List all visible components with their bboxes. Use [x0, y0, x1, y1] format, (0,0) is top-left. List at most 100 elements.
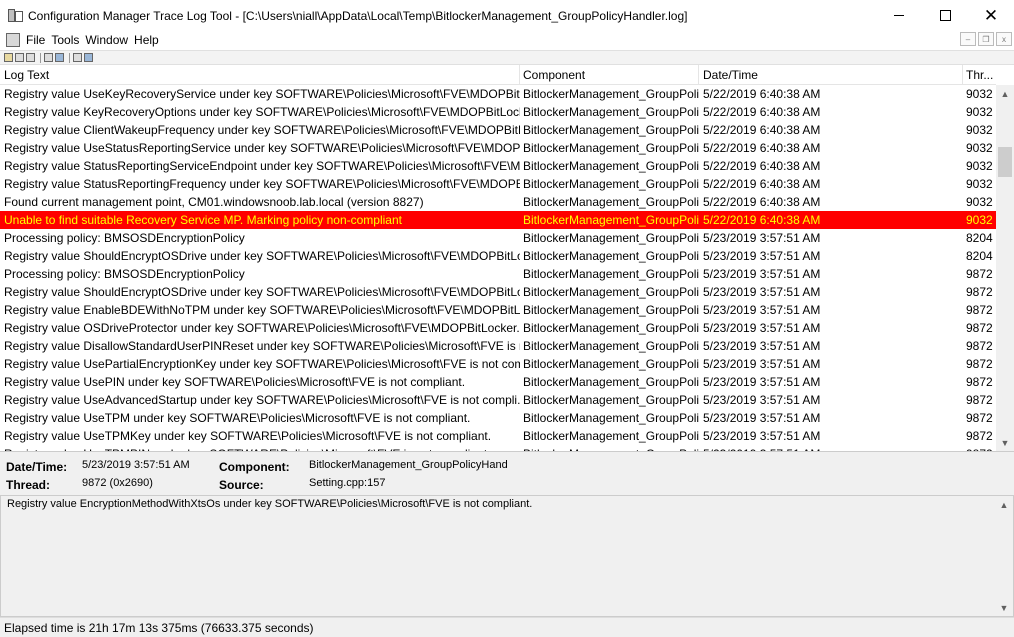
- log-row[interactable]: Registry value KeyRecoveryOptions under …: [0, 103, 996, 121]
- print-icon[interactable]: [26, 53, 35, 62]
- thread-value: 9872 (0x2690): [82, 477, 153, 489]
- open-icon[interactable]: [4, 53, 13, 62]
- thread-cell: 9872: [966, 393, 993, 407]
- grid-header: Log Text Component Date/Time Thr...: [0, 65, 996, 85]
- component-cell: BitlockerManagement_GroupPolic: [523, 411, 699, 425]
- scroll-up-icon[interactable]: ▲: [996, 85, 1014, 102]
- log-row[interactable]: Found current management point, CM01.win…: [0, 193, 996, 211]
- log-row[interactable]: Registry value UseAdvancedStartup under …: [0, 391, 996, 409]
- log-text-cell: Found current management point, CM01.win…: [4, 195, 424, 209]
- log-text-cell: Processing policy: BMSOSDEncryptionPolic…: [4, 267, 245, 281]
- log-vertical-scrollbar[interactable]: ▲ ▼: [996, 85, 1014, 451]
- datetime-cell: 5/22/2019 6:40:38 AM: [703, 213, 821, 227]
- thread-cell: 9872: [966, 357, 993, 371]
- log-text-cell: Registry value DisallowStandardUserPINRe…: [4, 339, 520, 353]
- datetime-cell: 5/23/2019 3:57:51 AM: [703, 411, 821, 425]
- child-window-icon[interactable]: [6, 33, 20, 47]
- menu-file[interactable]: File: [24, 33, 49, 47]
- thread-cell: 9032: [966, 213, 993, 227]
- scroll-down-icon[interactable]: ▼: [996, 434, 1014, 451]
- log-text-cell: Registry value UseTPMKey under key SOFTW…: [4, 429, 492, 443]
- component-cell: BitlockerManagement_GroupPolic: [523, 393, 699, 407]
- thread-cell: 9032: [966, 141, 993, 155]
- log-row[interactable]: Registry value UseTPMPIN under key SOFTW…: [0, 445, 996, 451]
- log-text-cell: Registry value UsePIN under key SOFTWARE…: [4, 375, 466, 389]
- minimize-button[interactable]: [876, 0, 922, 31]
- component-cell: BitlockerManagement_GroupPolic: [523, 123, 699, 137]
- menu-help[interactable]: Help: [132, 33, 163, 47]
- scroll-up-icon[interactable]: ▲: [995, 496, 1013, 513]
- component-cell: BitlockerManagement_GroupPolic: [523, 321, 699, 335]
- menu-window[interactable]: Window: [83, 33, 132, 47]
- log-row[interactable]: Registry value StatusReportingFrequency …: [0, 175, 996, 193]
- log-text-cell: Unable to find suitable Recovery Service…: [4, 213, 402, 227]
- log-row[interactable]: Processing policy: BMSOSDEncryptionPolic…: [0, 229, 996, 247]
- component-label: Component:: [219, 460, 290, 474]
- log-row[interactable]: Processing policy: BMSOSDEncryptionPolic…: [0, 265, 996, 283]
- datetime-cell: 5/22/2019 6:40:38 AM: [703, 123, 821, 137]
- pause-icon[interactable]: [73, 53, 82, 62]
- log-row[interactable]: Registry value UsePIN under key SOFTWARE…: [0, 373, 996, 391]
- log-row[interactable]: Registry value EnableBDEWithNoTPM under …: [0, 301, 996, 319]
- log-row[interactable]: Registry value DisallowStandardUserPINRe…: [0, 337, 996, 355]
- log-row[interactable]: Registry value UseKeyRecoveryService und…: [0, 85, 996, 103]
- save-icon[interactable]: [15, 53, 24, 62]
- scroll-thumb[interactable]: [998, 147, 1012, 177]
- log-row[interactable]: Registry value ShouldEncryptOSDrive unde…: [0, 247, 996, 265]
- toolbar-separator: [40, 52, 41, 63]
- thread-label: Thread:: [6, 478, 51, 492]
- mdi-close-button[interactable]: x: [996, 32, 1012, 46]
- copy-icon[interactable]: [44, 53, 53, 62]
- log-text-cell: Registry value UseKeyRecoveryService und…: [4, 87, 520, 101]
- message-vertical-scrollbar[interactable]: ▲ ▼: [995, 496, 1013, 616]
- thread-cell: 9032: [966, 105, 993, 119]
- column-header-log-text[interactable]: Log Text: [0, 65, 520, 85]
- log-rows: Registry value UseKeyRecoveryService und…: [0, 85, 996, 451]
- find-icon[interactable]: [55, 53, 64, 62]
- menu-tools[interactable]: Tools: [49, 33, 83, 47]
- datetime-cell: 5/22/2019 6:40:38 AM: [703, 159, 821, 173]
- datetime-cell: 5/23/2019 3:57:51 AM: [703, 267, 821, 281]
- thread-cell: 9872: [966, 303, 993, 317]
- mdi-minimize-button[interactable]: –: [960, 32, 976, 46]
- datetime-cell: 5/23/2019 3:57:51 AM: [703, 303, 821, 317]
- thread-cell: 9032: [966, 123, 993, 137]
- log-text-cell: Registry value ShouldEncryptOSDrive unde…: [4, 285, 520, 299]
- log-message-textbox[interactable]: Registry value EncryptionMethodWithXtsOs…: [0, 495, 1014, 617]
- scroll-down-icon[interactable]: ▼: [995, 599, 1013, 616]
- log-text-cell: Registry value UseAdvancedStartup under …: [4, 393, 520, 407]
- datetime-cell: 5/22/2019 6:40:38 AM: [703, 105, 821, 119]
- component-cell: BitlockerManagement_GroupPolic: [523, 159, 699, 173]
- elapsed-time-status: Elapsed time is 21h 17m 13s 375ms (76633…: [4, 621, 314, 635]
- log-row[interactable]: Registry value UseTPM under key SOFTWARE…: [0, 409, 996, 427]
- component-cell: BitlockerManagement_GroupPolic: [523, 375, 699, 389]
- log-row-error[interactable]: Unable to find suitable Recovery Service…: [0, 211, 996, 229]
- log-row[interactable]: Registry value UseTPMKey under key SOFTW…: [0, 427, 996, 445]
- title-bar: Configuration Manager Trace Log Tool - […: [0, 0, 1014, 31]
- column-header-component[interactable]: Component: [519, 65, 699, 85]
- component-cell: BitlockerManagement_GroupPolic: [523, 285, 699, 299]
- log-text-cell: Registry value ShouldEncryptOSDrive unde…: [4, 249, 520, 263]
- log-row[interactable]: Registry value UseStatusReportingService…: [0, 139, 996, 157]
- toolbar: [0, 50, 1014, 65]
- column-header-thread[interactable]: Thr...: [962, 65, 996, 85]
- log-row[interactable]: Registry value ClientWakeupFrequency und…: [0, 121, 996, 139]
- highlight-icon[interactable]: [84, 53, 93, 62]
- component-cell: BitlockerManagement_GroupPolic: [523, 429, 699, 443]
- log-row[interactable]: Registry value ShouldEncryptOSDrive unde…: [0, 283, 996, 301]
- log-text-cell: Registry value KeyRecoveryOptions under …: [4, 105, 520, 119]
- log-row[interactable]: Registry value UsePartialEncryptionKey u…: [0, 355, 996, 373]
- close-button[interactable]: ✕: [968, 0, 1014, 31]
- log-text-cell: Registry value EnableBDEWithNoTPM under …: [4, 303, 520, 317]
- maximize-button[interactable]: [922, 0, 968, 31]
- log-grid[interactable]: Log Text Component Date/Time Thr... Regi…: [0, 65, 1014, 452]
- datetime-cell: 5/22/2019 6:40:38 AM: [703, 87, 821, 101]
- mdi-restore-button[interactable]: ❐: [978, 32, 994, 46]
- log-text-cell: Registry value UseStatusReportingService…: [4, 141, 520, 155]
- log-text-cell: Registry value ClientWakeupFrequency und…: [4, 123, 520, 137]
- component-cell: BitlockerManagement_GroupPolic: [523, 357, 699, 371]
- log-row[interactable]: Registry value OSDriveProtector under ke…: [0, 319, 996, 337]
- column-header-datetime[interactable]: Date/Time: [699, 65, 963, 85]
- log-row[interactable]: Registry value StatusReportingServiceEnd…: [0, 157, 996, 175]
- datetime-cell: 5/23/2019 3:57:51 AM: [703, 339, 821, 353]
